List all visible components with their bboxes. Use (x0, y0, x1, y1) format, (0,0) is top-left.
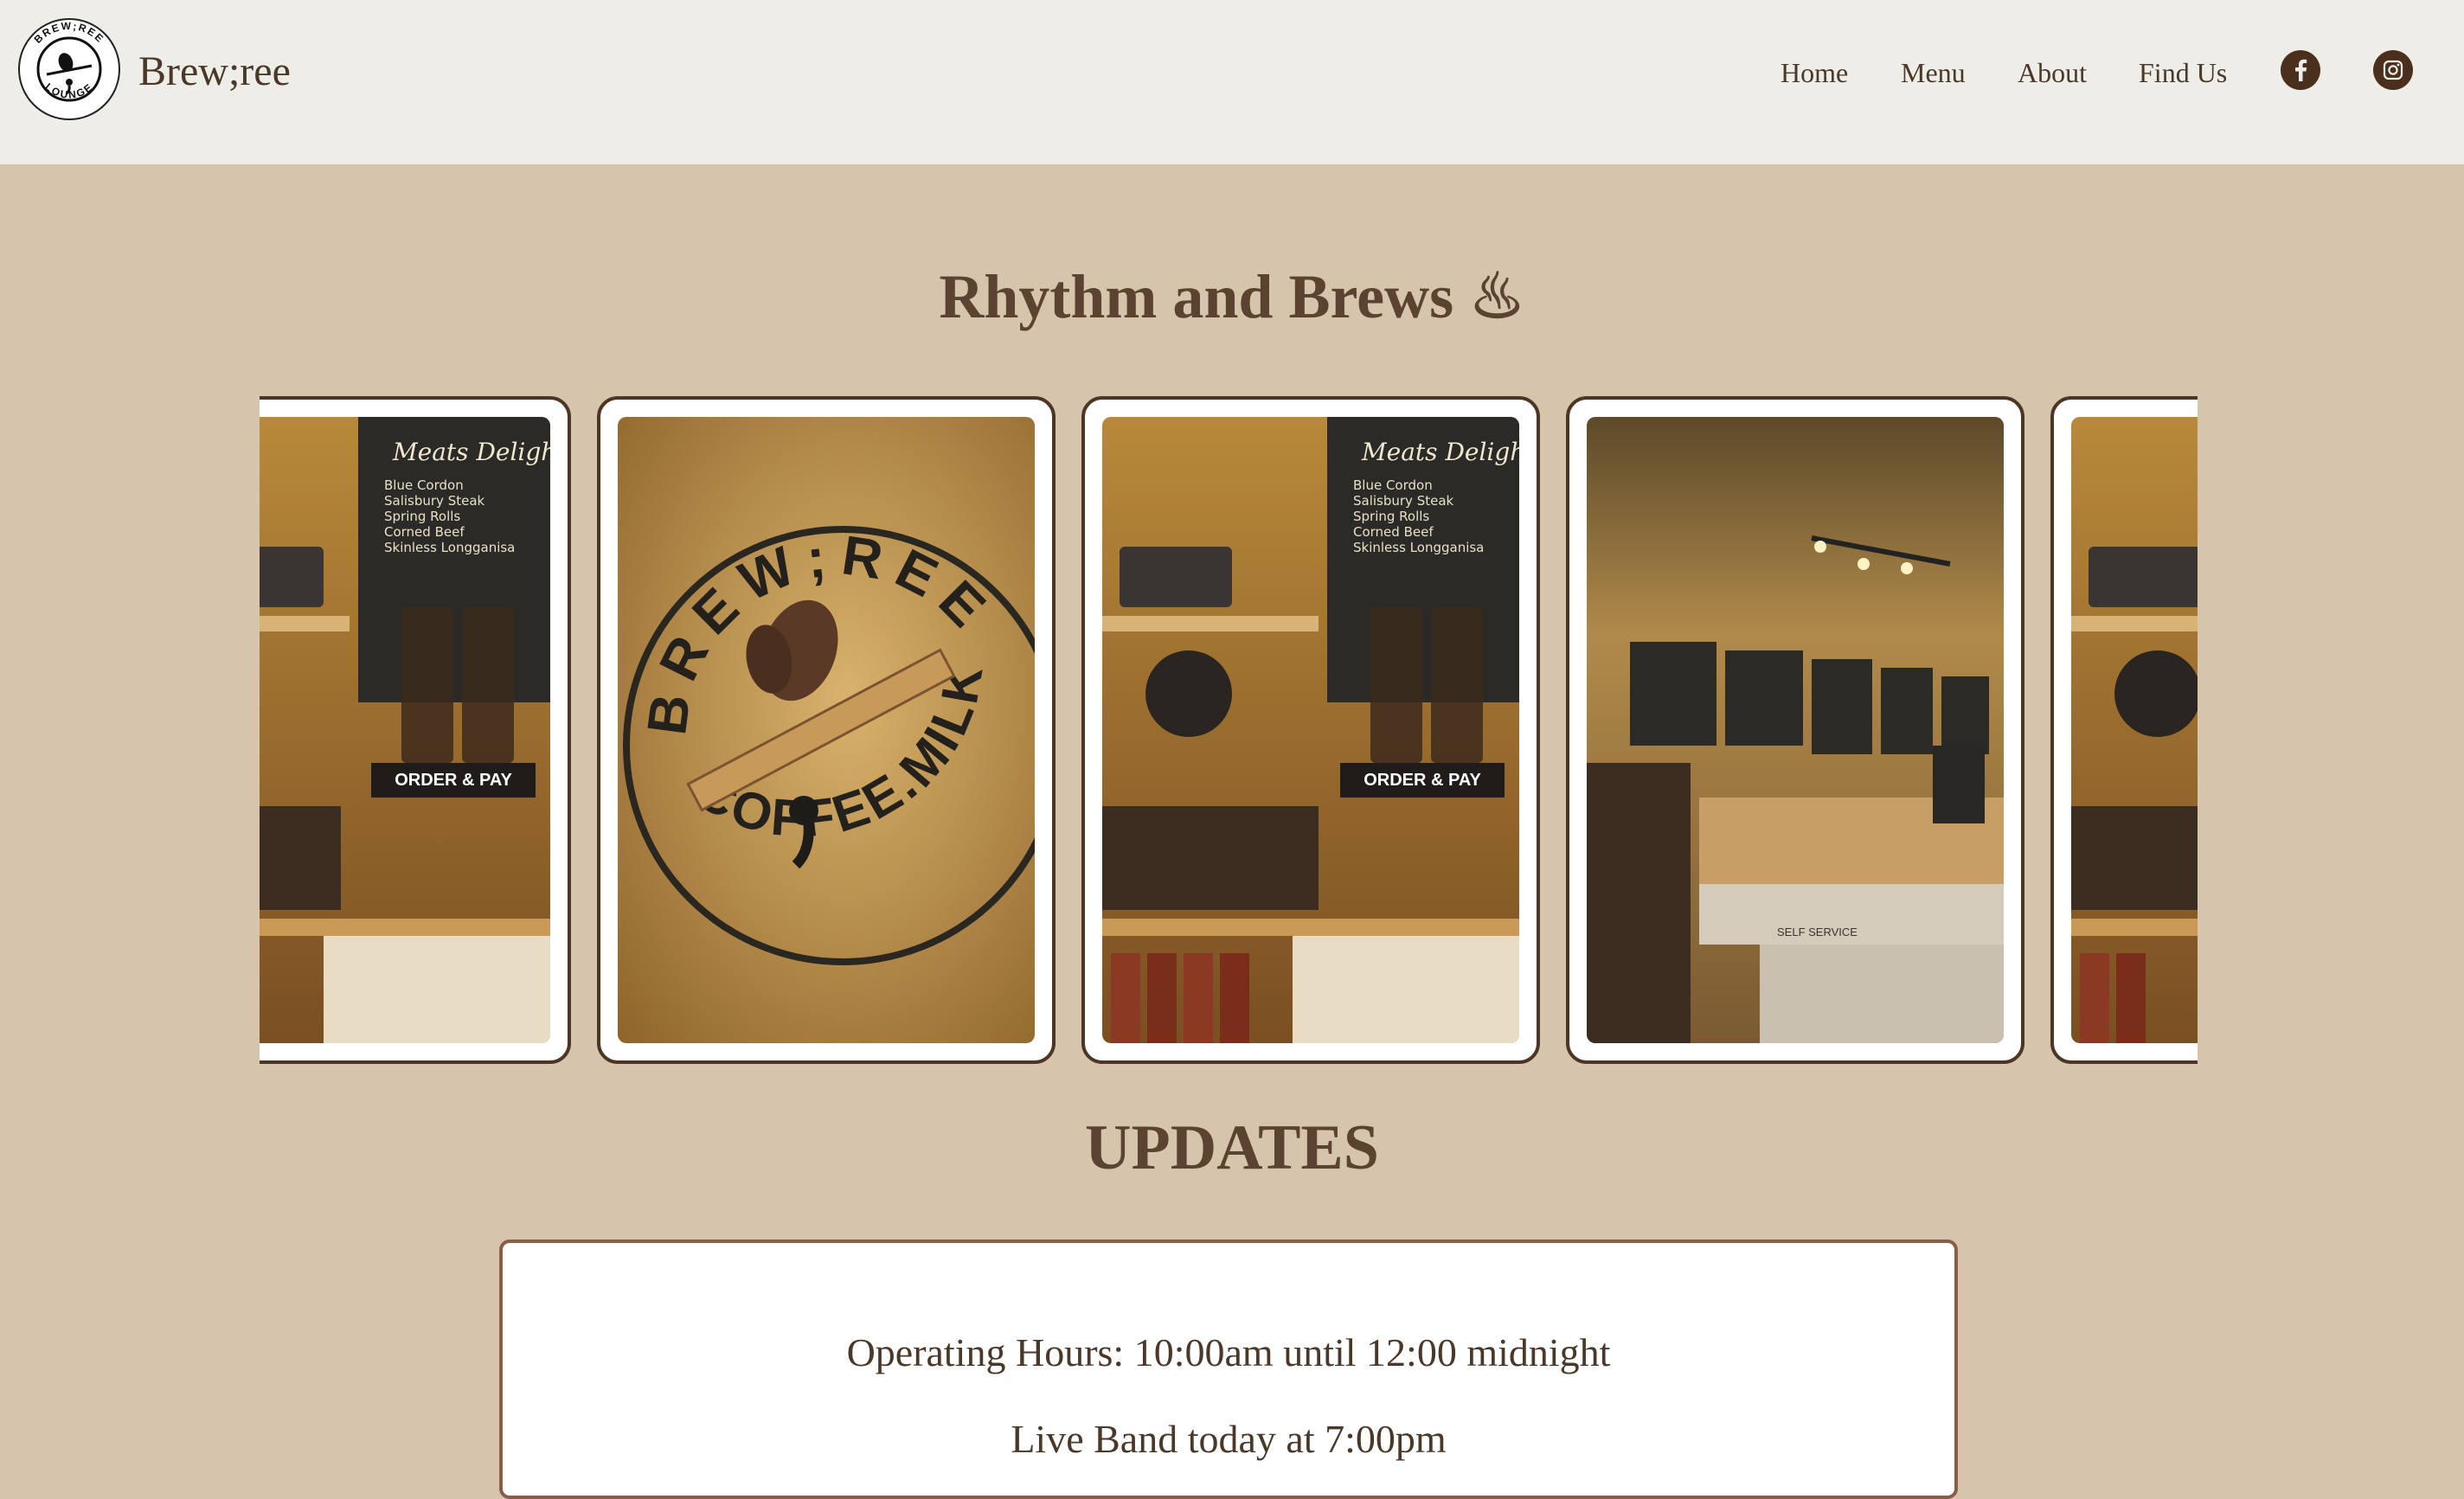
update-item: Live Band today at 7:00pm (1011, 1417, 1447, 1461)
menu-board-item: Spring Rolls (384, 509, 460, 524)
gallery-card[interactable]: Meats Delight Blue Cordon Salisbury Stea… (260, 396, 571, 1064)
nav-home-link[interactable]: Home (1781, 57, 1848, 89)
update-item: Operating Hours: 10:00am until 12:00 mid… (846, 1330, 1611, 1374)
gallery-photo-wide: SELF SERVICE (1587, 417, 2004, 1043)
menu-board-title: Meats Delight (1361, 438, 1519, 466)
menu-board-item: Corned Beef (1353, 524, 1434, 540)
gallery-card[interactable]: BREW;REE ICED COFFEE.MILKTEA (597, 396, 1056, 1064)
brand-name[interactable]: Brew;ree (138, 48, 291, 95)
instagram-icon[interactable] (2373, 50, 2413, 90)
order-pay-sign: ORDER & PAY (395, 771, 512, 790)
nav-find-us-link[interactable]: Find Us (2139, 57, 2227, 89)
menu-board-item: Blue Cordon (384, 477, 464, 493)
order-pay-sign: ORDER & PAY (1364, 771, 1481, 790)
gallery-photo-logo-wall: BREW;REE ICED COFFEE.MILKTEA (618, 417, 1035, 1043)
updates-heading: UPDATES (1085, 1112, 1379, 1183)
self-service-label: SELF SERVICE (1777, 926, 1858, 938)
nav-menu-link[interactable]: Menu (1901, 57, 1966, 89)
gallery-card[interactable]: SELF SERVICE (1566, 396, 2024, 1064)
menu-board-item: Blue Cordon (1353, 477, 1433, 493)
brewree-logo[interactable]: BREW;REE LOUNGE (17, 17, 121, 121)
menu-board-item: Skinless Longganisa (384, 540, 515, 555)
updates-panel: Operating Hours: 10:00am until 12:00 mid… (499, 1240, 1958, 1499)
gallery-card[interactable] (2050, 396, 2198, 1064)
menu-board-item: Spring Rolls (1353, 509, 1429, 524)
menu-board-item: Salisbury Steak (384, 493, 485, 509)
page-title: Rhythm and Brews ♨ (939, 262, 1525, 331)
gallery-photo-counter: Meats Delight Blue Cordon Salisbury Stea… (260, 417, 550, 1043)
gallery-photo-counter: Meats Delight Blue Cordon Salisbury Stea… (1102, 417, 1519, 1043)
nav-about-link[interactable]: About (2018, 57, 2087, 89)
menu-board-item: Skinless Longganisa (1353, 540, 1484, 555)
gallery-card[interactable]: Meats Delight Blue Cordon Salisbury Stea… (1081, 396, 1540, 1064)
menu-board-title: Meats Delight (392, 438, 550, 466)
facebook-icon[interactable] (2281, 50, 2320, 90)
menu-board-item: Corned Beef (384, 524, 465, 540)
photo-carousel[interactable]: Meats Delight Blue Cordon Salisbury Stea… (260, 396, 2198, 1064)
gallery-photo-counter (2071, 417, 2198, 1043)
menu-board-item: Salisbury Steak (1353, 493, 1454, 509)
site-header: BREW;REE LOUNGE Brew;ree Home Menu About… (0, 0, 2464, 164)
